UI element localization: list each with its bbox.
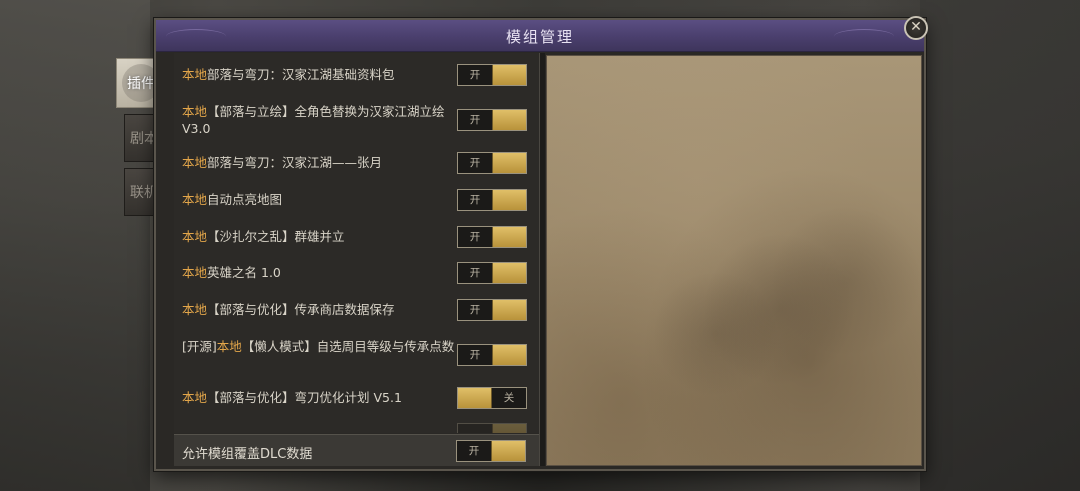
toggle-knob [491, 227, 526, 247]
local-tag: 本地 [182, 302, 208, 317]
mod-toggle[interactable]: 开 [457, 152, 527, 174]
parchment-illustration [547, 56, 921, 465]
toggle-state [458, 424, 492, 433]
mod-toggle[interactable]: 开 [457, 226, 527, 248]
dialog-title: 模组管理 [505, 28, 574, 46]
mod-row: 本地英雄之名 1.0 开 [174, 261, 539, 285]
mod-toggle[interactable]: 开 [457, 64, 527, 86]
toggle-state: 开 [469, 349, 481, 361]
toggle-knob [490, 441, 525, 461]
mod-row: 本地【部落与立绘】全角色替换为汉家江湖立绘 V3.0 开 [174, 101, 539, 141]
toggle-state: 开 [469, 304, 481, 316]
mod-toggle[interactable]: 开 [457, 189, 527, 211]
mod-preview-panel [546, 55, 922, 466]
mod-toggle[interactable]: 开 [457, 262, 527, 284]
mod-name: [开源]本地【懒人模式】自选周目等级与传承点数 [182, 339, 455, 354]
local-tag: 本地 [182, 390, 208, 405]
mod-toggle[interactable]: 开 [457, 109, 527, 131]
toggle-knob [491, 263, 526, 283]
panel-divider [539, 53, 545, 466]
mod-name: 本地【部落与立绘】全角色替换为汉家江湖立绘 V3.0 [182, 104, 445, 136]
dlc-override-toggle[interactable]: 开 [456, 440, 526, 462]
mod-toggle[interactable] [457, 423, 527, 433]
mod-row: [开源]本地【懒人模式】自选周目等级与传承点数 开 [174, 336, 539, 376]
toggle-knob [491, 110, 526, 130]
toggle-state: 开 [469, 114, 481, 126]
tab-label: 插件 [127, 76, 155, 92]
dlc-override-bar: 允许模组覆盖DLC数据 开 [174, 434, 539, 466]
toggle-knob [491, 345, 526, 365]
mod-row-partial [174, 423, 539, 433]
toggle-state: 开 [469, 231, 481, 243]
close-button[interactable]: ✕ [904, 16, 928, 40]
close-icon: ✕ [910, 19, 922, 35]
mod-row: 本地【部落与优化】弯刀优化计划 V5.1 关 [174, 386, 539, 410]
mod-name: 本地【部落与优化】弯刀优化计划 V5.1 [182, 390, 402, 405]
mod-toggle[interactable]: 关 [457, 387, 527, 409]
mod-row: 本地【部落与优化】传承商店数据保存 开 [174, 298, 539, 322]
local-tag: 本地 [182, 192, 208, 207]
local-tag: 本地 [182, 104, 208, 119]
mod-name: 本地【部落与优化】传承商店数据保存 [182, 302, 395, 317]
toggle-state: 开 [469, 267, 481, 279]
dlc-override-label: 允许模组覆盖DLC数据 [182, 447, 313, 462]
toggle-knob [491, 190, 526, 210]
mod-name: 本地部落与弯刀：汉家江湖基础资料包 [182, 67, 395, 82]
mod-row: 本地【沙扎尔之乱】群雄并立 开 [174, 225, 539, 249]
toggle-state: 关 [503, 392, 515, 404]
toggle-knob [491, 153, 526, 173]
title-bar: 模组管理 [156, 20, 924, 52]
mod-name: 本地部落与弯刀：汉家江湖——张月 [182, 155, 383, 170]
mod-name: 本地自动点亮地图 [182, 192, 283, 207]
mod-row: 本地自动点亮地图 开 [174, 188, 539, 212]
mod-list[interactable]: 本地部落与弯刀：汉家江湖基础资料包 开 本地【部落与立绘】全角色替换为汉家江湖立… [174, 53, 539, 433]
local-tag: 本地 [182, 229, 208, 244]
open-source-tag: [开源] [182, 339, 217, 354]
local-tag: 本地 [182, 265, 208, 280]
toggle-state: 开 [469, 194, 481, 206]
toggle-state: 开 [468, 445, 480, 457]
mod-row: 本地部落与弯刀：汉家江湖——张月 开 [174, 151, 539, 175]
toggle-knob [491, 300, 526, 320]
mod-name: 本地英雄之名 1.0 [182, 265, 281, 280]
toggle-knob [458, 388, 493, 408]
local-tag: 本地 [216, 339, 242, 354]
local-tag: 本地 [182, 67, 208, 82]
toggle-state: 开 [469, 157, 481, 169]
toggle-knob [491, 424, 526, 433]
toggle-knob [491, 65, 526, 85]
mod-toggle[interactable]: 开 [457, 299, 527, 321]
local-tag: 本地 [182, 155, 208, 170]
mod-name: 本地【沙扎尔之乱】群雄并立 [182, 229, 345, 244]
background-right [920, 0, 1080, 491]
toggle-state: 开 [469, 69, 481, 81]
mod-toggle[interactable]: 开 [457, 344, 527, 366]
mod-row: 本地部落与弯刀：汉家江湖基础资料包 开 [174, 63, 539, 87]
